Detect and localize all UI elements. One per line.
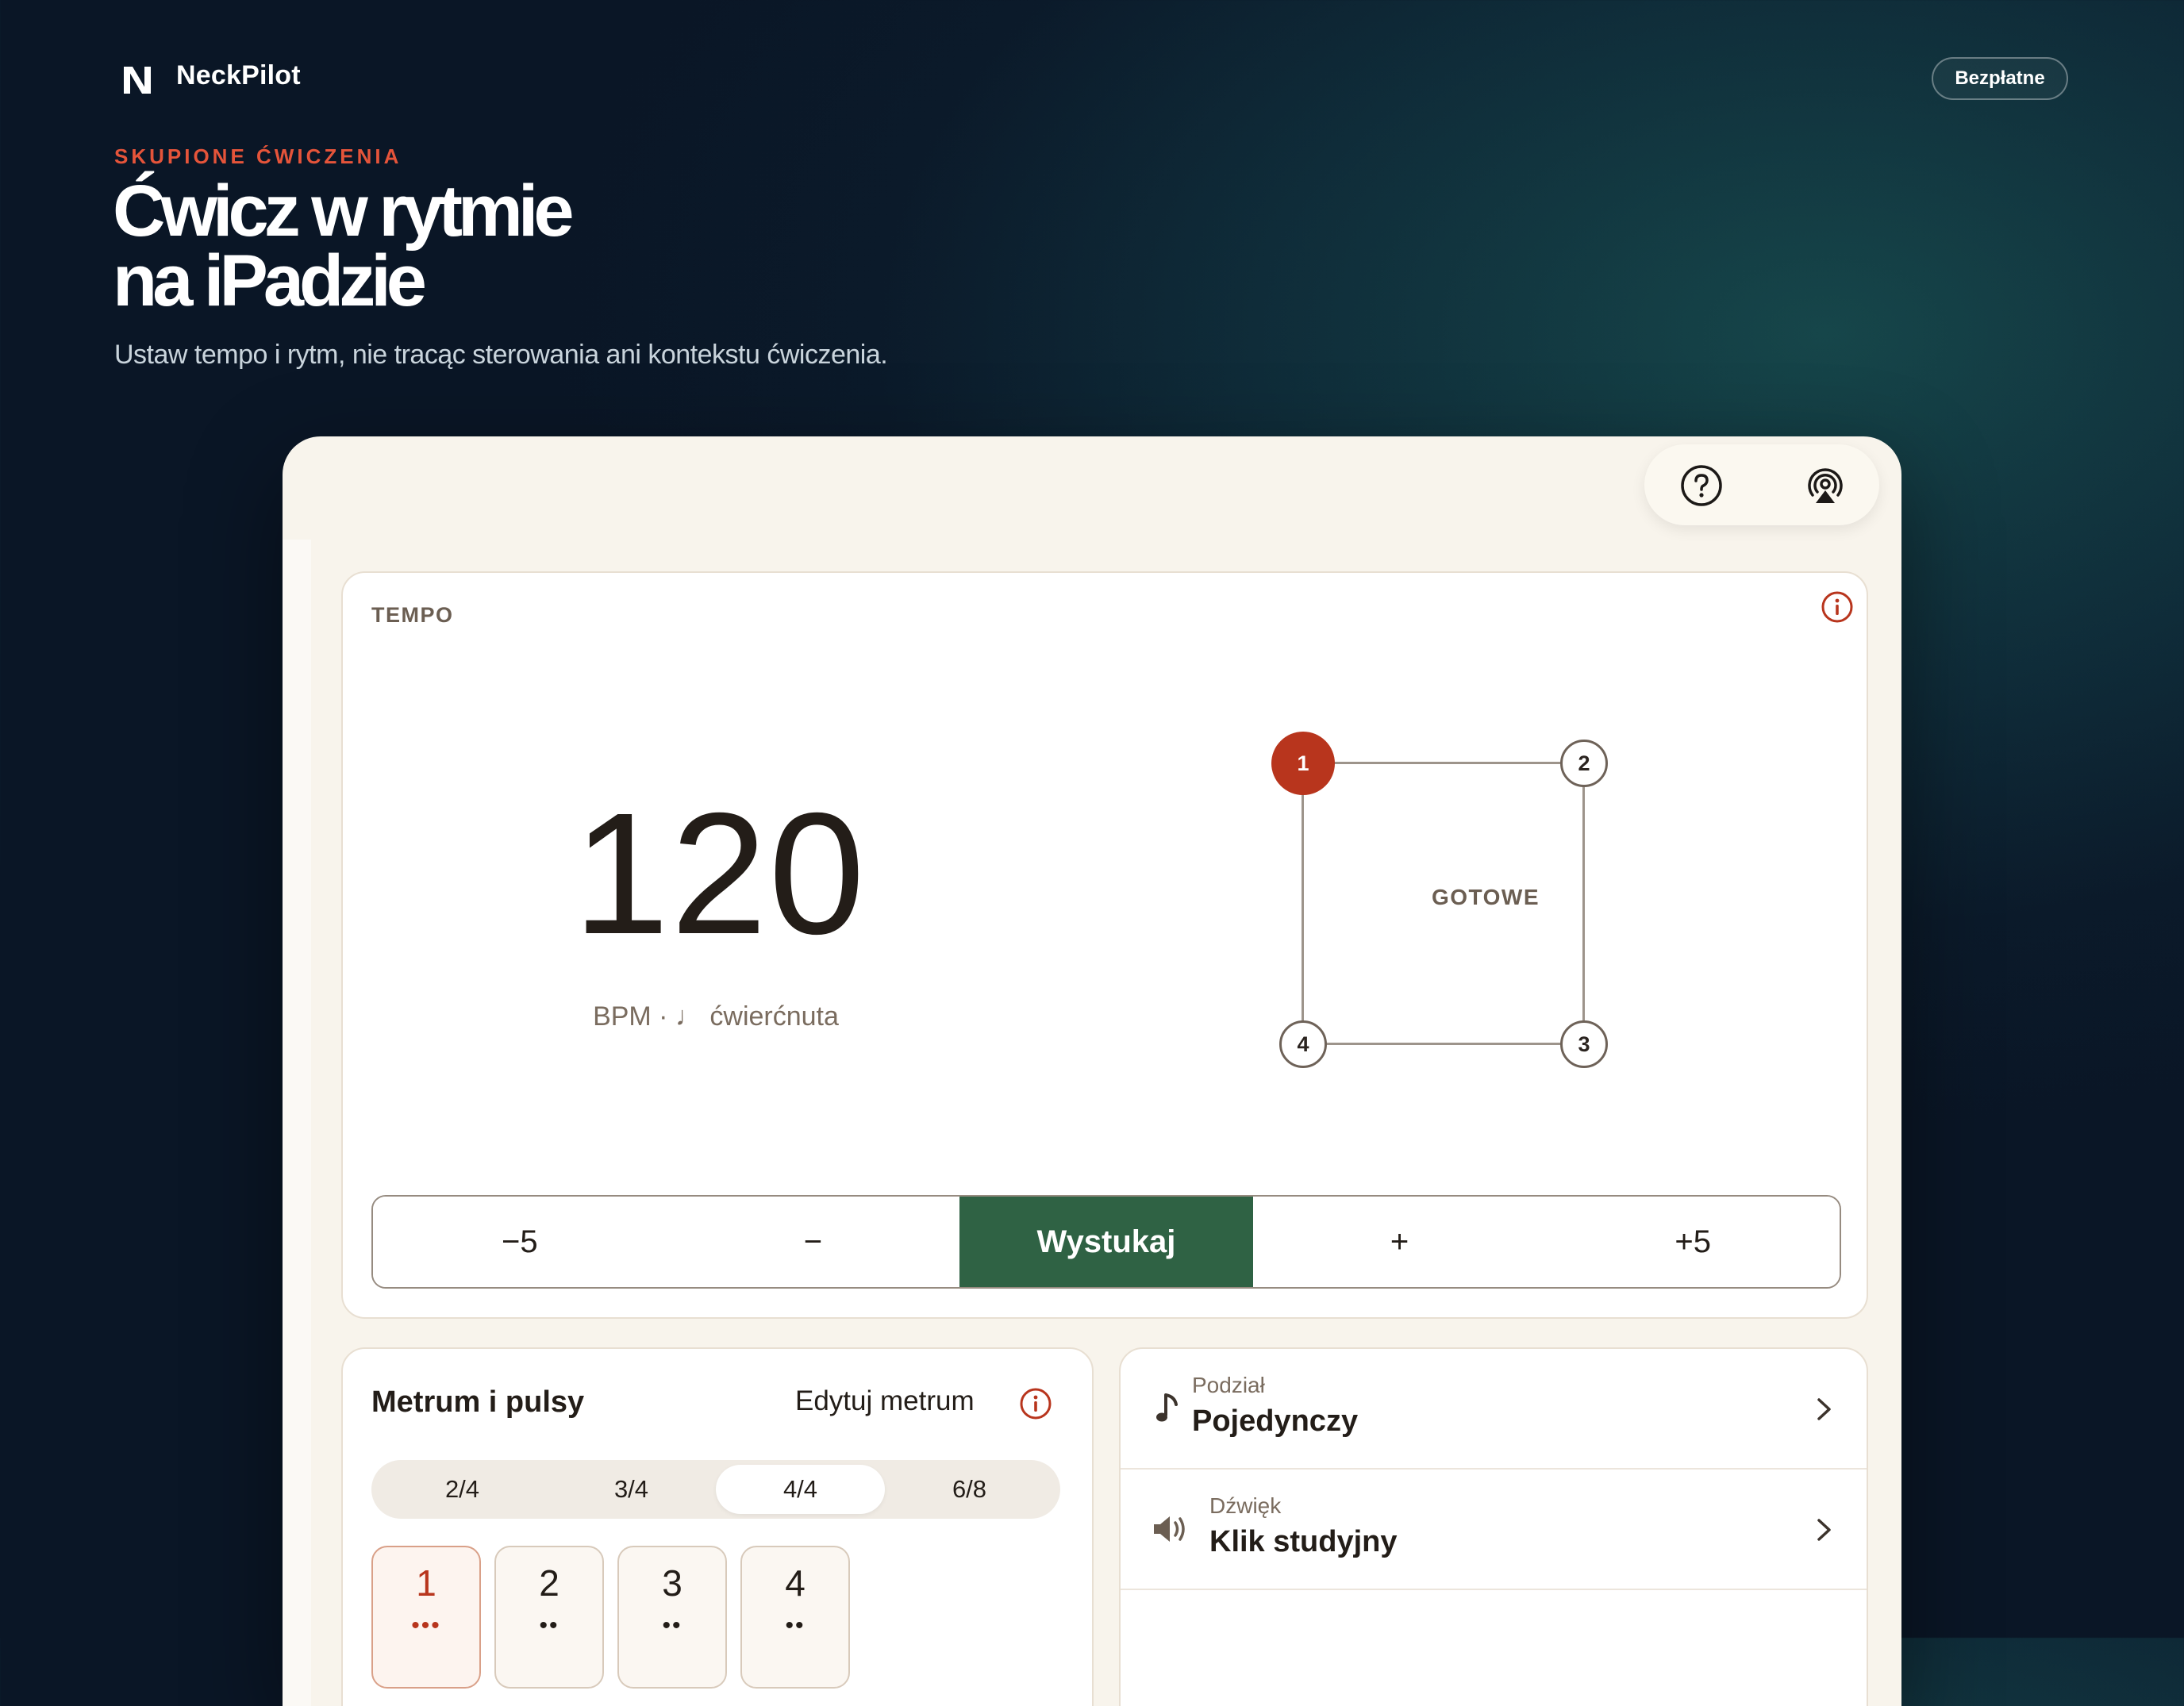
pulse-tile-number: 3 <box>662 1562 682 1604</box>
subdivision-row[interactable]: Podział Pojedynczy <box>1121 1349 1867 1470</box>
decrease-5-button[interactable]: −5 <box>373 1197 667 1287</box>
sound-label: Dźwięk <box>1209 1493 1282 1518</box>
edit-meter-button[interactable]: Edytuj metrum <box>795 1385 975 1417</box>
pulse-tile-4[interactable]: 4 •• <box>740 1546 850 1689</box>
pulse-tile-dots: •• <box>539 1612 559 1639</box>
free-button[interactable]: Bezpłatne <box>1932 57 2068 100</box>
brand-name[interactable]: NeckPilot <box>176 60 301 91</box>
tempo-controls: −5 − Wystukaj + +5 <box>371 1195 1841 1289</box>
tempo-info-icon[interactable] <box>1821 590 1854 624</box>
bpm-caption: BPM · ♩ ćwierćnuta <box>593 1001 839 1032</box>
pulse-tile-number: 4 <box>785 1562 806 1604</box>
pulse-tile-1[interactable]: 1 ••• <box>371 1546 481 1689</box>
grid-line-bottom <box>1303 1043 1585 1045</box>
hero-eyebrow: SKUPIONE ĆWICZENIA <box>114 144 402 168</box>
beat-grid: GOTOWE 1 2 3 4 <box>1271 732 1621 1081</box>
tempo-card: TEMPO 120 BPM · ♩ ćwierćnuta GOTOWE 1 2 … <box>341 571 1868 1319</box>
subdivision-label: Podział <box>1192 1373 1265 1397</box>
meter-option-4-4[interactable]: 4/4 <box>716 1465 885 1514</box>
toolbar-pill <box>1644 444 1879 525</box>
pulse-tile-dots: •• <box>662 1612 682 1639</box>
pulse-tile-number: 1 <box>416 1562 436 1604</box>
neckpilot-logo-icon <box>124 67 151 94</box>
meter-option-6-8[interactable]: 6/8 <box>885 1465 1054 1514</box>
pulse-tile-2[interactable]: 2 •• <box>494 1546 604 1689</box>
pulse-tile-dots: •• <box>785 1612 806 1639</box>
grid-line-top <box>1303 762 1585 764</box>
sidebar-edge <box>283 540 311 1706</box>
increase-1-button[interactable]: + <box>1252 1197 1547 1287</box>
tempo-label: TEMPO <box>371 603 454 627</box>
meter-info-icon[interactable] <box>1019 1387 1052 1420</box>
status-label: GOTOWE <box>1431 885 1540 909</box>
speaker-icon <box>1154 1516 1185 1542</box>
subdivision-value: Pojedynczy <box>1192 1404 1359 1438</box>
headline-line-2: na iPadzie <box>113 240 427 321</box>
tap-tempo-button[interactable]: Wystukaj <box>959 1197 1253 1287</box>
music-note-icon <box>1156 1393 1178 1422</box>
ipad-app-frame: TEMPO 120 BPM · ♩ ćwierćnuta GOTOWE 1 2 … <box>283 436 1901 1706</box>
pulse-tile-number: 2 <box>539 1562 559 1604</box>
beat-indicator-3[interactable]: 3 <box>1560 1020 1608 1068</box>
meter-title: Metrum i pulsy <box>371 1385 585 1419</box>
meter-option-2-4[interactable]: 2/4 <box>378 1465 547 1514</box>
hero-subtitle: Ustaw tempo i rytm, nie tracąc sterowani… <box>114 340 888 370</box>
pulse-tile-3[interactable]: 3 •• <box>617 1546 727 1689</box>
settings-card: Podział Pojedynczy Dźwięk Klik studyjny <box>1119 1347 1868 1706</box>
airplay-icon[interactable] <box>1803 463 1848 508</box>
pulse-tile-dots: ••• <box>411 1612 441 1639</box>
beat-indicator-4[interactable]: 4 <box>1279 1020 1327 1068</box>
meter-option-3-4[interactable]: 3/4 <box>547 1465 716 1514</box>
meter-selector: 2/4 3/4 4/4 6/8 <box>371 1460 1060 1519</box>
meter-card: Metrum i pulsy Edytuj metrum 2/4 3/4 4/4… <box>341 1347 1094 1706</box>
decrease-1-button[interactable]: − <box>666 1197 960 1287</box>
grid-line-right <box>1582 763 1585 1045</box>
hero-headline: Ćwicz w rytmie na iPadzie <box>113 171 575 321</box>
top-bar: NeckPilot Bezpłatne <box>0 0 2184 159</box>
chevron-right-icon <box>1817 1519 1831 1541</box>
chevron-right-icon <box>1817 1398 1831 1420</box>
beat-indicator-2[interactable]: 2 <box>1560 740 1608 787</box>
bpm-value[interactable]: 120 <box>573 787 865 962</box>
grid-line-left <box>1302 763 1304 1045</box>
sound-row[interactable]: Dźwięk Klik studyjny <box>1121 1470 1867 1590</box>
beat-indicator-1[interactable]: 1 <box>1271 732 1335 795</box>
increase-5-button[interactable]: +5 <box>1546 1197 1840 1287</box>
help-icon[interactable] <box>1679 463 1724 508</box>
sound-value: Klik studyjny <box>1209 1525 1398 1558</box>
headline-line-1: Ćwicz w rytmie <box>113 171 575 252</box>
